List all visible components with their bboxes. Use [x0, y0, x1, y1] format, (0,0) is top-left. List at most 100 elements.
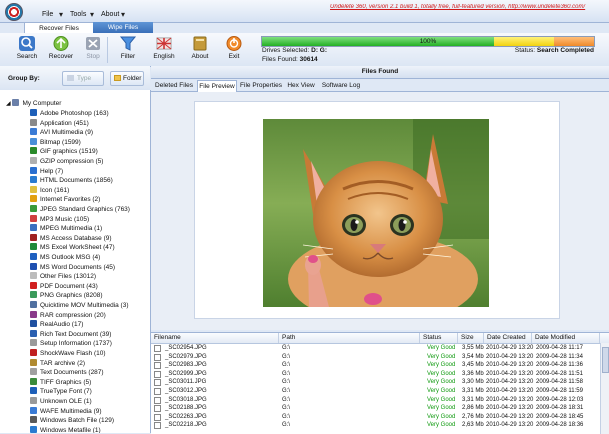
- table-row[interactable]: _SC02979.JPG G:\ Very Good 3,54 Mb 2010-04-2…: [151, 353, 609, 362]
- file-type-icon: [30, 109, 37, 116]
- tree-item[interactable]: Unknown OLE (1): [30, 397, 92, 406]
- tree-item[interactable]: MS Outlook MSG (4): [30, 253, 100, 262]
- tree-item[interactable]: Quicktime MOV Multimedia (3): [30, 301, 129, 310]
- tab-wipe-files[interactable]: Wipe Files: [93, 22, 153, 33]
- tree-item[interactable]: HTML Documents (1856): [30, 176, 113, 185]
- tree-item[interactable]: ShockWave Flash (10): [30, 349, 106, 358]
- tree-item[interactable]: TAR archive (2): [30, 358, 85, 368]
- menu-tools[interactable]: Tools: [70, 11, 86, 18]
- row-checkbox[interactable]: [154, 370, 161, 378]
- tree-item[interactable]: PNG Graphics (8208): [30, 291, 103, 300]
- cell-status: Very Good: [427, 422, 456, 429]
- column-date-created[interactable]: Date Created: [484, 333, 532, 343]
- tab-hex-view[interactable]: Hex View: [287, 80, 315, 91]
- tree-item[interactable]: TIFF Graphics (5): [30, 377, 91, 387]
- about-button[interactable]: About: [183, 35, 217, 65]
- exit-button[interactable]: Exit: [217, 35, 251, 65]
- tree-item[interactable]: GZIP compression (5): [30, 157, 103, 166]
- cell-filename: _SC02218.JPG: [165, 422, 207, 429]
- tree-item[interactable]: MS Excel WorkSheet (47): [30, 243, 115, 252]
- tree-item[interactable]: WAFE Multimedia (9): [30, 406, 102, 416]
- tree-root[interactable]: ◢ My Computer: [6, 99, 61, 108]
- tree-item[interactable]: Windows Metafile (1): [30, 425, 101, 433]
- tab-file-preview[interactable]: File Preview: [197, 80, 237, 92]
- tree-item[interactable]: Adobe Photoshop (163): [30, 109, 109, 118]
- column-status[interactable]: Status: [420, 333, 458, 343]
- tree-item[interactable]: MS Access Database (9): [30, 233, 112, 243]
- table-row[interactable]: _SC02954.JPG G:\ Very Good 3,55 Mb 2010-04-2…: [151, 344, 609, 353]
- tree-item-label: Adobe Photoshop (163): [40, 110, 109, 117]
- tree-item[interactable]: Text Documents (287): [30, 368, 104, 377]
- recover-button[interactable]: Recover: [44, 35, 78, 65]
- tree-item[interactable]: Help (7): [30, 166, 63, 176]
- tree-item[interactable]: Icon (161): [30, 185, 69, 195]
- tree-item[interactable]: Internet Favorites (2): [30, 195, 100, 204]
- table-row[interactable]: _SC02983.JPG G:\ Very Good 3,45 Mb 2010-04-2…: [151, 361, 609, 370]
- filter-button[interactable]: Filter: [111, 35, 145, 65]
- tab-software-log[interactable]: Software Log: [321, 80, 361, 91]
- file-type-icon: [30, 349, 37, 356]
- row-checkbox[interactable]: [154, 345, 161, 352]
- column-path[interactable]: Path: [279, 333, 420, 343]
- row-checkbox[interactable]: [154, 422, 161, 430]
- column-size[interactable]: Size: [458, 333, 484, 343]
- tree-item[interactable]: RealAudio (17): [30, 320, 83, 329]
- row-checkbox[interactable]: [154, 388, 161, 395]
- table-row[interactable]: _SC03012.JPG G:\ Very Good 3,31 Mb 2010-04-2…: [151, 387, 609, 396]
- tree-item[interactable]: TrueType Font (7): [30, 387, 92, 396]
- tree-item[interactable]: PDF Document (43): [30, 281, 98, 291]
- tab-deleted-files[interactable]: Deleted Files: [155, 80, 193, 91]
- row-checkbox[interactable]: [154, 396, 161, 404]
- tree-item[interactable]: JPEG Standard Graphics (763): [30, 205, 130, 214]
- table-row[interactable]: _SC03018.JPG G:\ Very Good 3,31 Mb 2010-04-2…: [151, 396, 609, 405]
- menu-about[interactable]: About: [101, 11, 119, 18]
- column-date-modified[interactable]: Date Modified: [532, 333, 600, 343]
- tree-item[interactable]: Application (451): [30, 118, 89, 128]
- vertical-scrollbar[interactable]: [600, 343, 609, 434]
- cell-path: G:\: [282, 345, 291, 351]
- tree-item[interactable]: MP3 Music (105): [30, 214, 89, 224]
- cell-date-modified: 2009-04-28 18:36: [536, 422, 584, 429]
- tree-item-label: GZIP compression (5): [40, 158, 104, 165]
- column-filename[interactable]: Filename: [151, 333, 279, 343]
- tab-file-properties[interactable]: File Properties: [239, 80, 283, 91]
- tree-item[interactable]: Rich Text Document (39): [30, 329, 111, 339]
- row-checkbox[interactable]: [154, 379, 161, 387]
- file-type-icon: [30, 137, 37, 145]
- table-row[interactable]: _SC02188.JPG G:\ Very Good 2,86 Mb 2010-04-2…: [151, 404, 609, 413]
- tree-item[interactable]: Setup Information (1737): [30, 339, 112, 348]
- tree-item[interactable]: AVI Multimedia (9): [30, 128, 93, 137]
- chevron-down-icon[interactable]: ▾: [59, 10, 63, 19]
- group-by-type-button[interactable]: Type: [62, 71, 104, 86]
- tree-item[interactable]: GIF graphics (1519): [30, 147, 98, 156]
- row-checkbox[interactable]: [154, 413, 161, 421]
- stop-button[interactable]: Stop: [76, 35, 110, 65]
- row-checkbox[interactable]: [154, 353, 161, 361]
- cell-date-modified: 2009-04-28 11:34: [536, 353, 583, 360]
- tree-item[interactable]: MS Word Documents (45): [30, 262, 115, 272]
- group-by-folder-button[interactable]: Folder: [110, 71, 144, 86]
- language-button[interactable]: English: [147, 35, 181, 65]
- table-row[interactable]: _SC03011.JPG G:\ Very Good 3,30 Mb 2010-04-2…: [151, 378, 609, 387]
- search-button[interactable]: Search: [10, 35, 44, 65]
- row-checkbox[interactable]: [154, 405, 161, 413]
- tree-item[interactable]: Windows Batch File (129): [30, 416, 114, 425]
- tree-item-label: HTML Documents (1856): [40, 177, 113, 185]
- tree-item[interactable]: Other Files (13012): [30, 272, 96, 281]
- row-checkbox[interactable]: [154, 362, 161, 370]
- tree-item-label: MS Access Database (9): [40, 234, 112, 242]
- promo-link[interactable]: Undelete 360, version 2.1 build 1, total…: [330, 4, 605, 10]
- tree-item[interactable]: Bitmap (1599): [30, 137, 81, 147]
- table-row[interactable]: _SC02999.JPG G:\ Very Good 3,36 Mb 2010-04-2…: [151, 370, 609, 379]
- menu-file[interactable]: File: [42, 11, 53, 18]
- file-type-icon: [30, 214, 37, 222]
- tree-item[interactable]: MPEG Multimedia (1): [30, 224, 102, 233]
- table-row[interactable]: _SC02263.JPG G:\ Very Good 2,76 Mb 2010-04-2…: [151, 413, 609, 422]
- collapse-icon[interactable]: ◢: [6, 101, 11, 107]
- chevron-down-icon[interactable]: ▾: [121, 10, 125, 19]
- scrollbar-thumb[interactable]: [602, 347, 609, 373]
- tree-item[interactable]: RAR compression (20): [30, 310, 106, 320]
- chevron-down-icon[interactable]: ▾: [90, 10, 94, 19]
- table-row[interactable]: _SC02218.JPG G:\ Very Good 2,63 Mb 2010-04-2…: [151, 421, 609, 430]
- about-icon: [193, 36, 207, 51]
